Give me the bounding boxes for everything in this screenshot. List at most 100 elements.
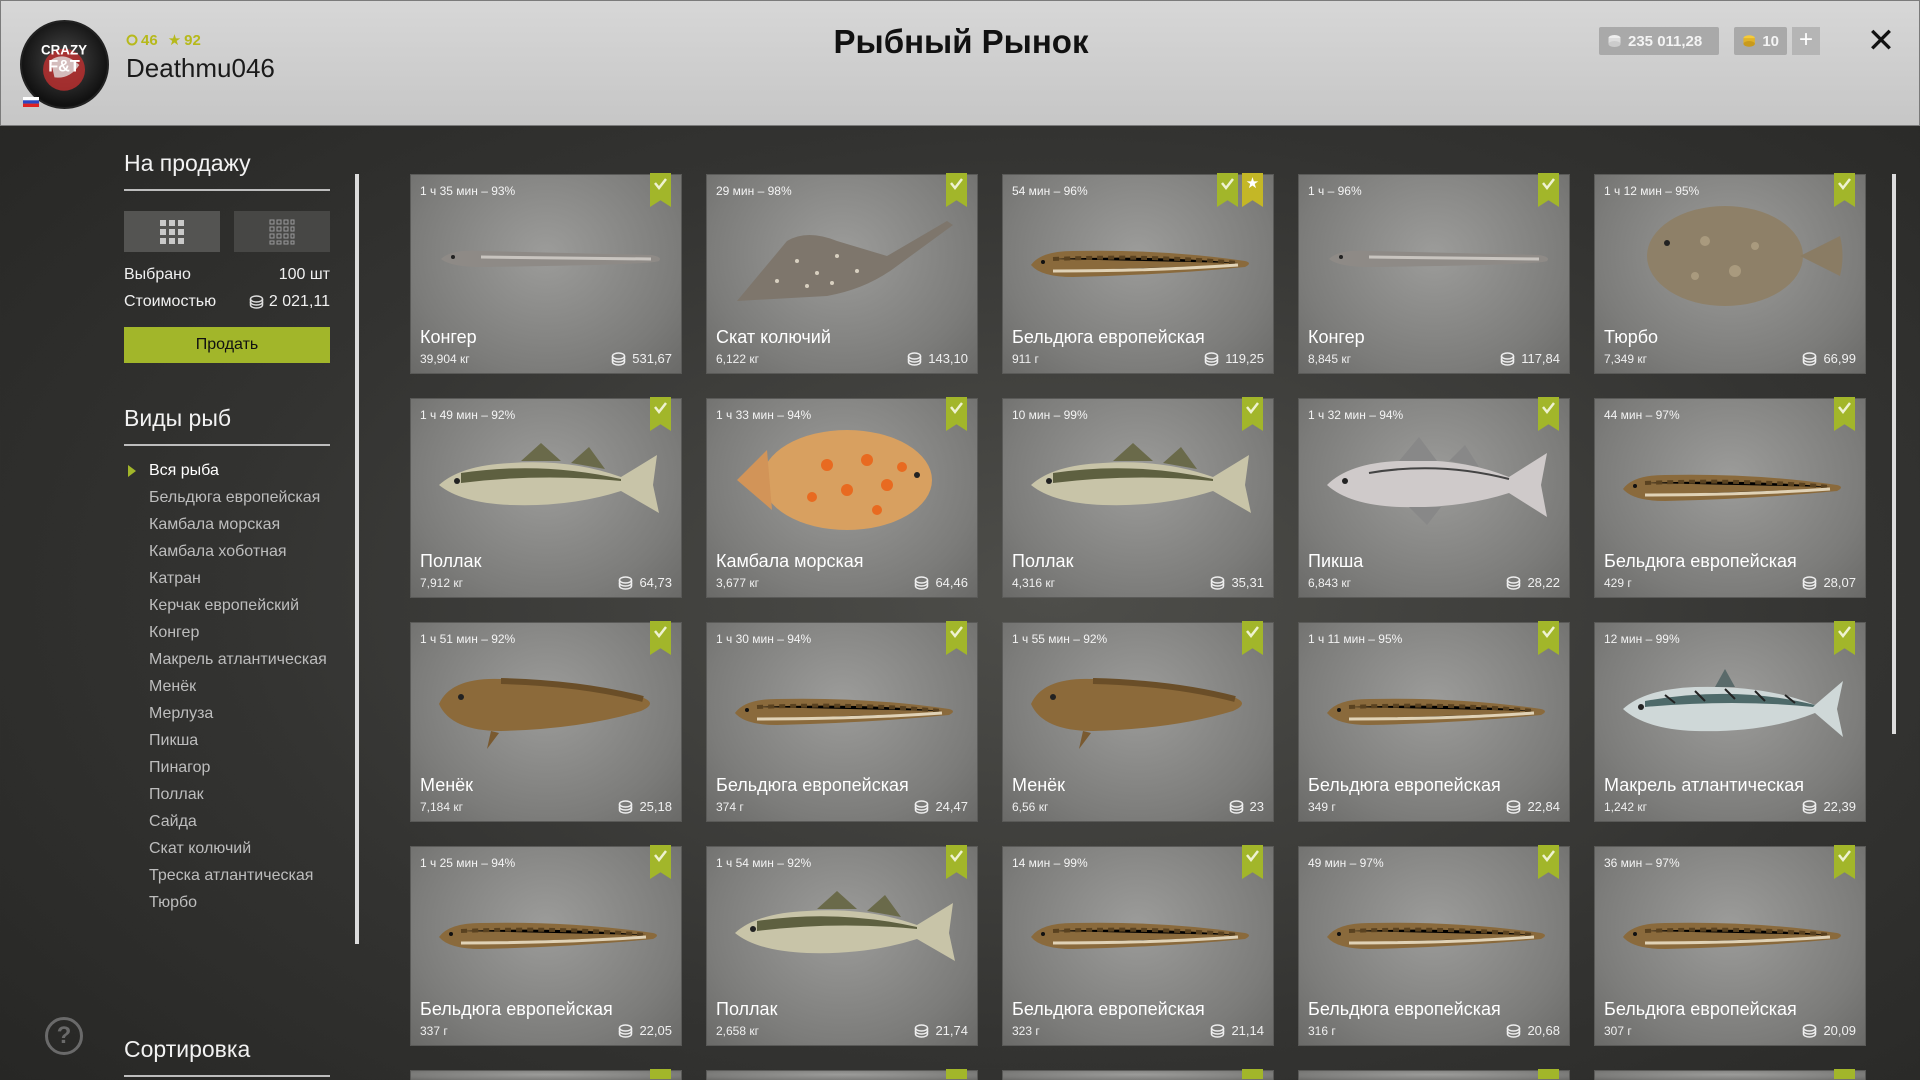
fish-price-value: 64,73	[639, 575, 672, 590]
svg-text:F&T: F&T	[48, 58, 80, 76]
fish-type-item[interactable]: Бельдюга европейская	[124, 489, 330, 507]
check-icon	[1542, 402, 1555, 415]
help-icon[interactable]: ?	[45, 1017, 83, 1055]
fish-price: 119,25	[1204, 351, 1264, 366]
fish-card[interactable]: 1 ч 54 мин – 92% Поллак 2,658 кг 21,74	[706, 845, 978, 1046]
fish-type-item[interactable]: Сайда	[124, 813, 330, 831]
fish-type-item[interactable]: Камбала хоботная	[124, 543, 330, 561]
fish-card[interactable]: 12 мин – 99% Макрель атлантическая 1,242 к…	[1594, 621, 1866, 822]
fish-weight: 1,242 кг	[1604, 800, 1647, 814]
fish-eel-icon	[1309, 201, 1561, 311]
fish-type-item[interactable]: Менёк	[124, 678, 330, 696]
fish-price-value: 66,99	[1823, 351, 1856, 366]
selected-checkbox[interactable]	[946, 1069, 967, 1079]
fish-type-item[interactable]: Камбала морская	[124, 516, 330, 534]
fish-type-item[interactable]: Пикша	[124, 732, 330, 750]
fish-card[interactable]: 1 ч 30 мин – 94% Бельдюга европейская 374 …	[706, 621, 978, 822]
fish-card-partial[interactable]	[410, 1069, 682, 1080]
fish-type-item[interactable]: Макрель атлантическая	[124, 651, 330, 669]
fish-name: Бельдюга европейская	[1308, 775, 1501, 795]
fish-freshness: 1 ч 33 мин – 94%	[716, 408, 812, 422]
fish-card[interactable]: 49 мин – 97% Бельдюга европейская 316 г 20,…	[1298, 845, 1570, 1046]
fish-card-partial[interactable]	[706, 1069, 978, 1080]
fish-card[interactable]: 1 ч 12 мин – 95% Тюрбо 7,349 кг 66,99	[1594, 173, 1866, 374]
fish-card[interactable]: 44 мин – 97% Бельдюга европейская 429 г 28,…	[1594, 397, 1866, 598]
grid-scrollbar[interactable]	[1892, 174, 1896, 734]
fish-weight: 39,904 кг	[420, 352, 470, 366]
level-indicator: 46	[126, 32, 158, 49]
fish-freshness: 1 ч 11 мин – 95%	[1308, 632, 1403, 646]
fish-types-title: Виды рыб	[124, 405, 330, 446]
gold-coin-icon	[1743, 35, 1755, 47]
fish-type-item[interactable]: Скат колючий	[124, 840, 330, 858]
fish-type-label: Поллак	[149, 786, 204, 803]
large-grid-view-button[interactable]	[124, 211, 220, 252]
sell-button[interactable]: Продать	[124, 327, 330, 363]
fish-card[interactable]: 1 ч 55 мин – 92% Менёк 6,56 кг 23	[1002, 621, 1274, 822]
rank-indicator: ★ 92	[168, 31, 201, 50]
fish-card[interactable]: 1 ч – 96% Конгер 8,845 кг 117,84	[1298, 173, 1570, 374]
fish-card[interactable]: 36 мин – 97% Бельдюга европейская 307 г 20,…	[1594, 845, 1866, 1046]
selected-checkbox[interactable]	[650, 1069, 671, 1079]
fish-eelpout-icon	[1605, 425, 1857, 535]
fish-name: Камбала морская	[716, 551, 864, 571]
selected-checkbox[interactable]	[1538, 1069, 1559, 1079]
silver-coin-icon	[249, 295, 264, 309]
fish-price-value: 117,84	[1521, 351, 1560, 366]
fish-price: 25,18	[618, 799, 672, 814]
fish-card-partial[interactable]	[1002, 1069, 1274, 1080]
fish-weight: 3,677 кг	[716, 576, 759, 590]
fish-turbot-icon	[1605, 201, 1857, 311]
fish-name: Бельдюга европейская	[1604, 999, 1797, 1019]
fish-card[interactable]: 1 ч 32 мин – 94% Пикша 6,843 кг 28,22	[1298, 397, 1570, 598]
fish-type-item[interactable]: Пинагор	[124, 759, 330, 777]
fish-price-value: 21,14	[1231, 1023, 1264, 1038]
fish-weight: 323 г	[1012, 1024, 1040, 1038]
fish-freshness: 29 мин – 98%	[716, 184, 792, 198]
fish-freshness: 1 ч – 96%	[1308, 184, 1362, 198]
fish-type-item[interactable]: Конгер	[124, 624, 330, 642]
selected-checkbox[interactable]	[1834, 1069, 1855, 1079]
selected-checkbox[interactable]	[1242, 1069, 1263, 1079]
fish-type-label: Керчак европейский	[149, 597, 300, 614]
fish-weight: 4,316 кг	[1012, 576, 1055, 590]
fish-type-item[interactable]: Вся рыба	[124, 462, 330, 480]
fish-card[interactable]: 1 ч 25 мин – 94% Бельдюга европейская 337 …	[410, 845, 682, 1046]
fish-card[interactable]: 10 мин – 99% Поллак 4,316 кг 35,31	[1002, 397, 1274, 598]
fish-card-partial[interactable]	[1594, 1069, 1866, 1080]
fish-card[interactable]: 1 ч 51 мин – 92% Менёк 7,184 кг 25,18	[410, 621, 682, 822]
fish-price-value: 24,47	[935, 799, 968, 814]
fish-card-partial[interactable]	[1298, 1069, 1570, 1080]
fish-plaice-icon	[717, 425, 969, 535]
fish-name: Менёк	[420, 775, 474, 795]
fish-card[interactable]: 1 ч 35 мин – 93% Конгер 39,904 кг 531,67	[410, 173, 682, 374]
sidebar-scrollbar[interactable]	[355, 174, 359, 944]
fish-name: Бельдюга европейская	[1604, 551, 1797, 571]
fish-type-label: Пинагор	[149, 759, 211, 776]
sort-title: Сортировка	[124, 1036, 330, 1077]
fish-freshness: 44 мин – 97%	[1604, 408, 1680, 422]
fish-card[interactable]: 1 ч 11 мин – 95% Бельдюга европейская 349 …	[1298, 621, 1570, 822]
fish-card[interactable]: 14 мин – 99% Бельдюга европейская 323 г 21,…	[1002, 845, 1274, 1046]
close-button[interactable]: ✕	[1863, 21, 1899, 61]
fish-card[interactable]: 29 мин – 98% Скат колючий 6,122 кг 143,10	[706, 173, 978, 374]
fish-card[interactable]: 54 мин – 96% ★ Бельдюга европейская 911 г 11…	[1002, 173, 1274, 374]
fish-type-label: Катран	[149, 570, 201, 587]
fish-type-item[interactable]: Керчак европейский	[124, 597, 330, 615]
fish-card[interactable]: 1 ч 33 мин – 94% Камбала морская 3,677 кг 6…	[706, 397, 978, 598]
fish-card[interactable]: 1 ч 49 мин – 92% Поллак 7,912 кг 64,73	[410, 397, 682, 598]
silver-coin-icon	[1229, 799, 1243, 814]
fish-type-item[interactable]: Мерлуза	[124, 705, 330, 723]
fish-weight: 349 г	[1308, 800, 1336, 814]
small-grid-view-button[interactable]	[234, 211, 330, 252]
fish-type-item[interactable]: Катран	[124, 570, 330, 588]
fish-type-item[interactable]: Поллак	[124, 786, 330, 804]
fish-name: Бельдюга европейская	[1308, 999, 1501, 1019]
cost-label: Стоимостью	[124, 293, 217, 310]
fish-type-item[interactable]: Тюрбо	[124, 894, 330, 912]
player-avatar[interactable]: CRAZY F&T	[20, 20, 109, 109]
check-icon	[654, 626, 667, 639]
add-gold-button[interactable]: +	[1792, 27, 1820, 55]
fish-ray-icon	[717, 201, 969, 311]
fish-type-item[interactable]: Треска атлантическая	[124, 867, 330, 885]
